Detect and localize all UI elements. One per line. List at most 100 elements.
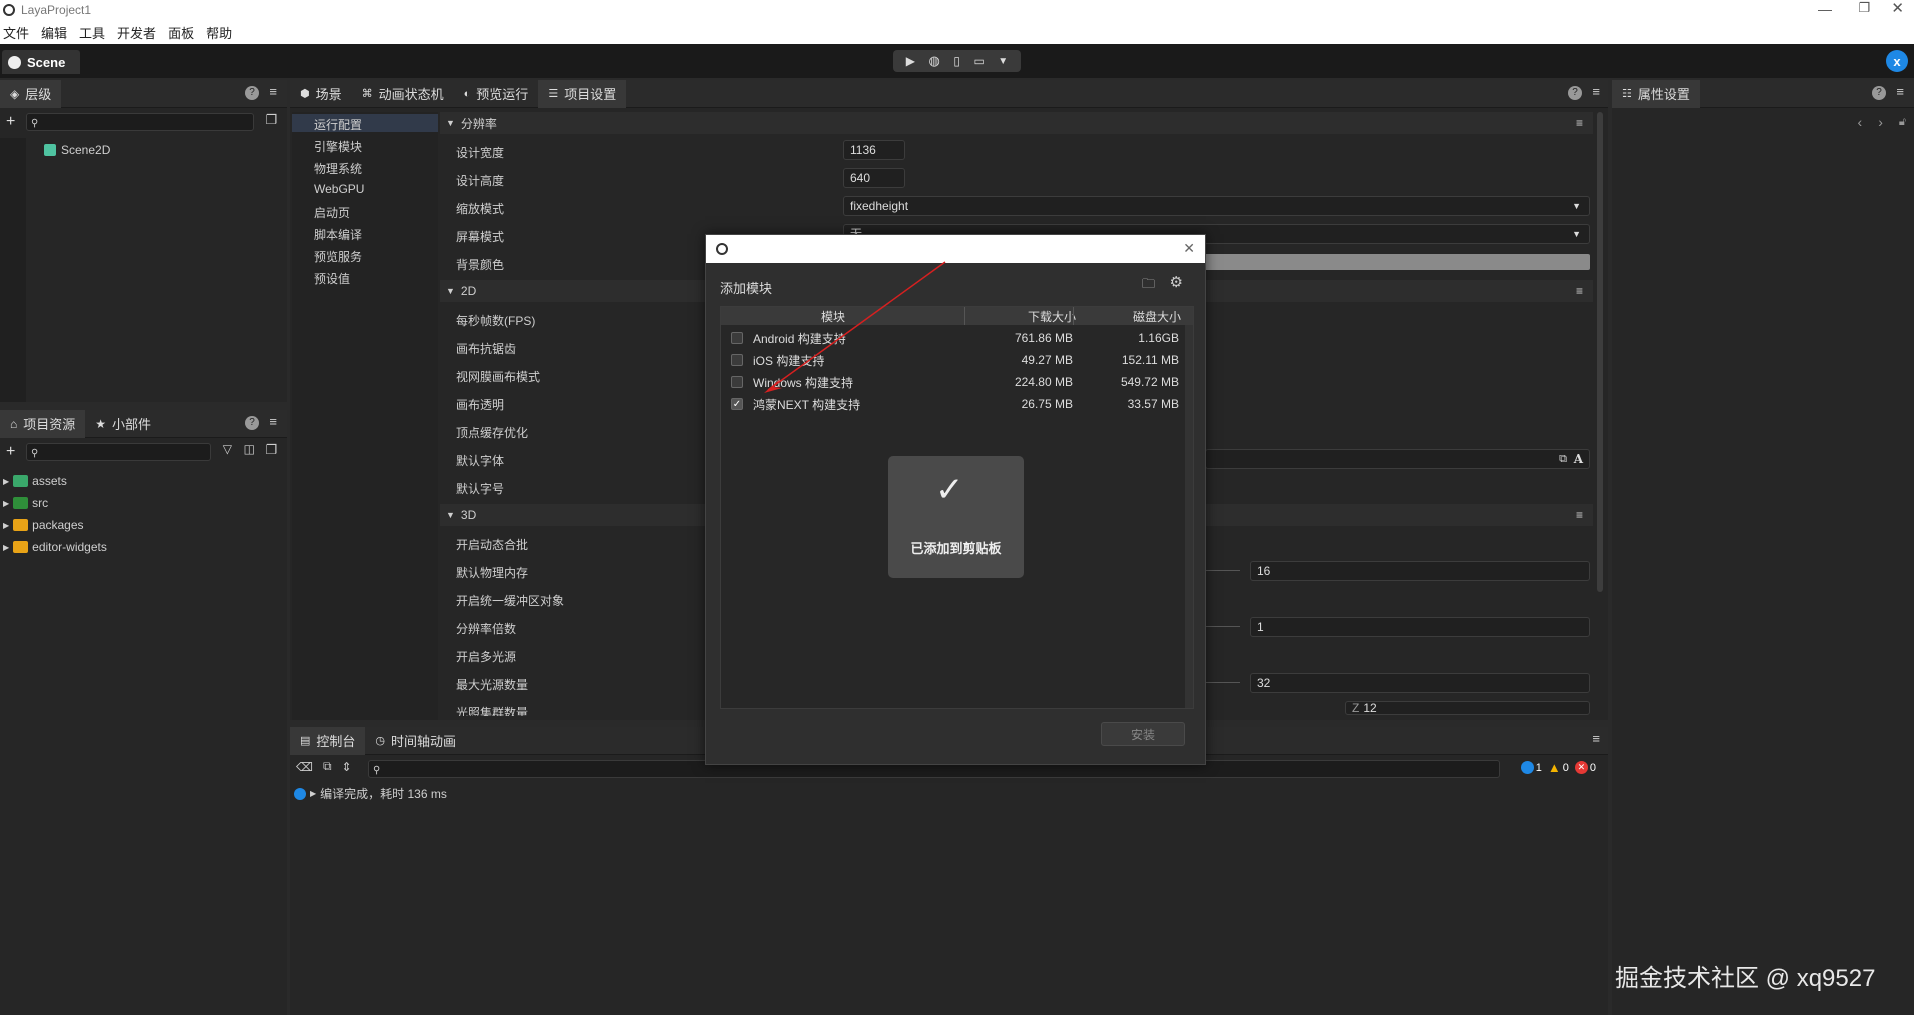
module-checkbox[interactable]: [731, 354, 743, 366]
module-checkbox[interactable]: [731, 332, 743, 344]
close-button[interactable]: ✕: [1891, 0, 1904, 17]
menu-help[interactable]: 帮助: [206, 23, 232, 42]
tab-project-assets[interactable]: ⌂ 项目资源: [0, 409, 86, 438]
add-icon[interactable]: +: [6, 443, 15, 461]
folder-open-icon[interactable]: 🗀︎: [1142, 275, 1155, 297]
user-avatar[interactable]: x: [1886, 50, 1908, 72]
vertex-cache-label: 顶点缓存优化: [456, 426, 529, 440]
tree-item-scene2d[interactable]: Scene2D: [44, 143, 110, 157]
console-message[interactable]: ▶ 编译完成，耗时 136 ms: [294, 785, 447, 802]
nav-splash[interactable]: 启动页: [314, 204, 350, 221]
section-2d-label: 2D: [460, 284, 477, 298]
help-icon[interactable]: ?: [245, 416, 259, 430]
tab-scene[interactable]: ⬢ 场景: [290, 80, 352, 108]
restore-button[interactable]: ❐: [1858, 0, 1870, 16]
menu-tools[interactable]: 工具: [79, 23, 105, 42]
error-counter[interactable]: ✕ 0: [1574, 761, 1596, 774]
mobile-icon[interactable]: ▯: [953, 54, 960, 68]
tab-widgets[interactable]: ★ 小部件: [85, 410, 161, 438]
nav-presets[interactable]: 预设值: [314, 270, 350, 287]
back-icon[interactable]: ‹: [1858, 114, 1863, 130]
minimize-button[interactable]: —: [1818, 1, 1832, 17]
module-download: 224.80 MB: [1014, 375, 1073, 389]
menu-developer[interactable]: 开发者: [117, 23, 156, 42]
filter-icon[interactable]: ▽: [223, 442, 232, 456]
module-list-scrollbar[interactable]: [1185, 325, 1193, 708]
slider-track[interactable]: [1205, 570, 1240, 571]
tree-item-editor-widgets[interactable]: ▶ editor-widgets: [0, 540, 107, 554]
help-icon[interactable]: ?: [1872, 86, 1886, 100]
warn-counter[interactable]: ▲ 0: [1548, 760, 1569, 775]
tree-item-assets[interactable]: ▶ assets: [0, 474, 67, 488]
hierarchy-search-input[interactable]: ⚲: [26, 113, 254, 131]
tab-timeline[interactable]: ◷ 时间轴动画: [365, 727, 466, 755]
menu-icon[interactable]: ≡: [1592, 731, 1600, 746]
install-button[interactable]: 安装: [1101, 722, 1185, 746]
help-icon[interactable]: ?: [245, 86, 259, 100]
menu-icon[interactable]: ≡: [1896, 84, 1904, 99]
error-count: 0: [1589, 761, 1596, 774]
design-width-input[interactable]: 1136: [843, 140, 905, 160]
collapse-icon[interactable]: ⇕: [342, 760, 352, 774]
assets-search-input[interactable]: ⚲: [26, 443, 211, 461]
tree-item-packages[interactable]: ▶ packages: [0, 518, 84, 532]
default-font-input[interactable]: ⧉ A: [1205, 449, 1590, 469]
tab-hierarchy[interactable]: ◈ 层级: [0, 79, 62, 108]
tab-animator[interactable]: ⌘ 动画状态机: [352, 80, 454, 108]
menu-icon[interactable]: ≡: [269, 414, 277, 429]
design-height-input[interactable]: 640: [843, 168, 905, 188]
settings-scrollbar[interactable]: [1597, 112, 1603, 592]
menu-icon[interactable]: ≡: [269, 84, 277, 99]
nav-physics[interactable]: 物理系统: [314, 160, 362, 177]
forward-icon[interactable]: ›: [1878, 114, 1883, 130]
desktop-icon[interactable]: ▭: [973, 54, 984, 68]
scale-mode-select[interactable]: fixedheight ▼: [843, 196, 1590, 216]
nav-engine-modules[interactable]: 引擎模块: [314, 138, 362, 155]
tree-item-src[interactable]: ▶ src: [0, 496, 48, 510]
slider-track[interactable]: [1205, 682, 1240, 683]
nav-preview-service[interactable]: 预览服务: [314, 248, 362, 265]
section-menu-icon[interactable]: ≡: [1576, 284, 1583, 298]
module-checkbox[interactable]: [731, 376, 743, 388]
resolution-multiple-label: 分辨率倍数: [456, 622, 517, 636]
clear-icon[interactable]: ⌫: [296, 760, 313, 774]
web-icon[interactable]: ◍: [928, 53, 939, 69]
physics-memory-input[interactable]: 16: [1250, 561, 1590, 581]
help-icon[interactable]: ?: [1568, 86, 1582, 100]
nav-script-compile[interactable]: 脚本编译: [314, 226, 362, 243]
dialog-close-button[interactable]: ✕: [1183, 240, 1195, 257]
max-lights-input[interactable]: 32: [1250, 673, 1590, 693]
chevron-down-icon[interactable]: ▼: [998, 56, 1008, 67]
tab-project-settings[interactable]: ☰ 项目设置: [538, 79, 627, 108]
light-cluster-z-input[interactable]: Z 12: [1345, 701, 1590, 715]
module-checkbox-checked[interactable]: ✓: [731, 398, 743, 410]
module-download: 26.75 MB: [1021, 397, 1073, 411]
section-menu-icon[interactable]: ≡: [1576, 508, 1583, 522]
font-picker-icon[interactable]: ⧉: [1559, 450, 1567, 468]
tab-console[interactable]: ▤ 控制台: [290, 726, 366, 755]
nav-webgpu[interactable]: WebGPU: [314, 182, 364, 196]
gear-icon[interactable]: ⚙︎: [1170, 273, 1183, 291]
split-view-icon[interactable]: ◫: [244, 442, 255, 456]
menu-icon[interactable]: ≡: [1592, 84, 1600, 99]
section-3d-label: 3D: [460, 508, 477, 522]
tab-properties[interactable]: ☷ 属性设置: [1612, 79, 1700, 108]
slider-track[interactable]: [1205, 626, 1240, 627]
font-icon[interactable]: A: [1574, 450, 1583, 468]
tab-preview[interactable]: ◐ 预览运行: [454, 80, 539, 108]
scene-tab[interactable]: Scene: [2, 50, 80, 74]
resolution-multiple-input[interactable]: 1: [1250, 617, 1590, 637]
copy-icon[interactable]: ⧉: [323, 759, 332, 774]
section-menu-icon[interactable]: ≡: [1576, 116, 1583, 130]
section-resolution[interactable]: ▼ 分辨率 ≡: [440, 112, 1593, 134]
collapse-icon[interactable]: ❐: [265, 112, 277, 128]
menu-panels[interactable]: 面板: [168, 23, 194, 42]
menu-file[interactable]: 文件: [3, 23, 29, 42]
add-icon[interactable]: +: [6, 113, 15, 131]
lock-icon[interactable]: 🔓︎: [1899, 116, 1906, 129]
menu-edit[interactable]: 编辑: [41, 23, 67, 42]
play-icon[interactable]: ▶: [906, 54, 915, 68]
info-counter[interactable]: 1: [1520, 761, 1542, 774]
collapse-icon[interactable]: ❐: [265, 442, 277, 458]
nav-run-config[interactable]: 运行配置: [314, 116, 362, 133]
